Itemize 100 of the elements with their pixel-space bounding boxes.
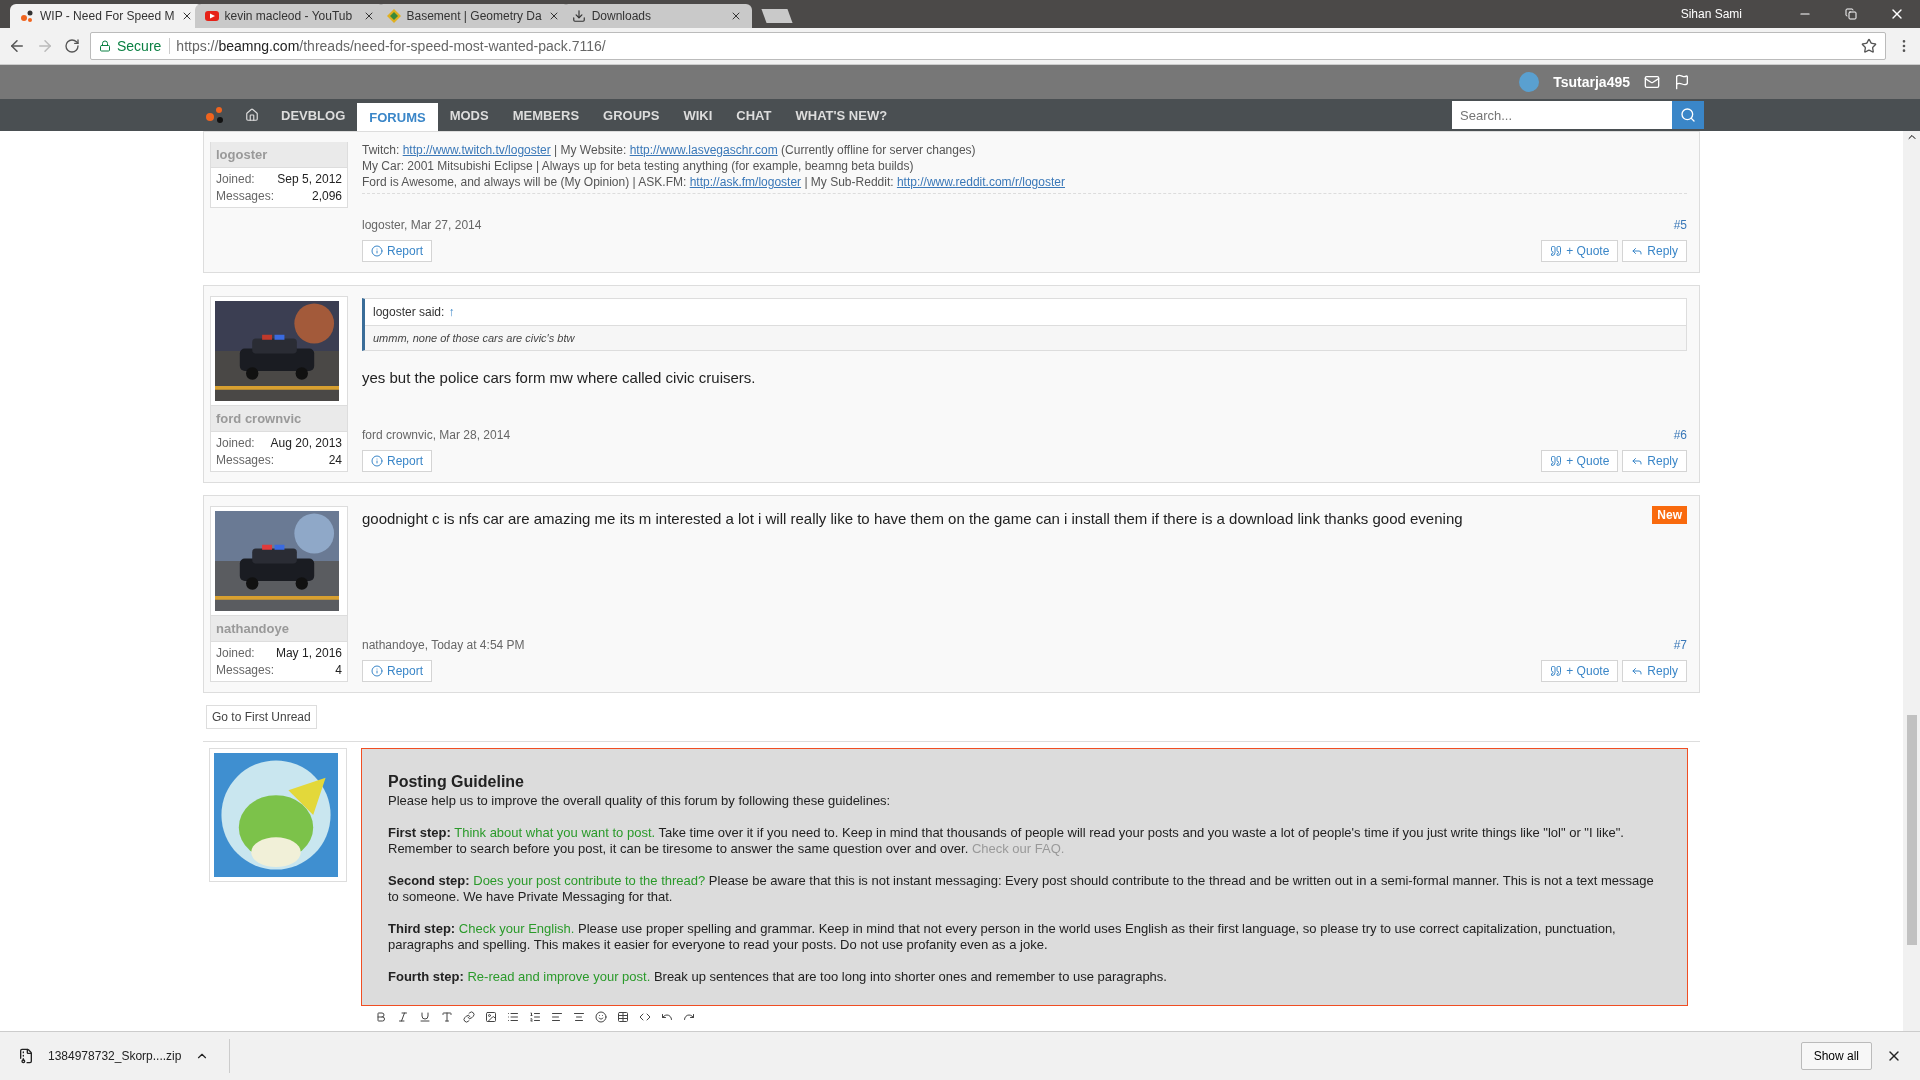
username[interactable]: nathandoye [210,616,348,642]
guideline-step: Second step: Does your post contribute to the thread? Please be aware that this is not instant messaging: Every post should contribute to the thread and be written out in a semi-formal manner. This is not a text message to someone. We have Private Messaging for that. [388,873,1661,905]
report-button[interactable]: Report [362,660,433,682]
address-bar[interactable]: Secure https://beamng.com/threads/need-for-speed-most-wanted-pack.7116/ [90,32,1886,60]
nav-tab[interactable]: MODS [437,99,501,131]
stat-value: Aug 20, 2013 [270,436,342,450]
editor-tool-icon[interactable] [639,1011,651,1023]
quote-attribution: logoster said: [373,305,445,319]
reply-button[interactable]: Reply [1622,240,1687,262]
stat-label: Messages: [216,189,275,203]
editor-tool-icon[interactable] [683,1011,695,1023]
go-to-first-unread-button[interactable]: Go to First Unread [206,705,317,729]
info-icon [371,245,383,257]
lock-icon [99,40,111,52]
editor-tool-icon[interactable] [595,1011,607,1023]
search-button[interactable] [1672,101,1704,129]
editor-tool-icon[interactable] [529,1011,541,1023]
mail-icon[interactable] [1644,74,1660,90]
editor-tool-icon[interactable] [661,1011,673,1023]
stat-label: Joined: [216,172,255,186]
quote-link[interactable]: ↑ [448,305,455,319]
back-icon[interactable] [8,37,26,55]
report-button[interactable]: Report [362,240,433,262]
guideline-intro: Please help us to improve the overall quality of this forum by following these guidelines: [388,793,892,809]
quote-icon [1550,245,1563,257]
editor-tool-icon[interactable] [375,1011,387,1023]
stat-label: Joined: [216,436,255,450]
nav-tab[interactable]: GROUPS [591,99,672,131]
quote-icon [1550,455,1563,467]
guideline-step: Third step: Check your English. Please use proper spelling and grammar. Keep in mind that not every person in the world uses English as their first language, so please try to use correct capitalization, punctuation, paragraphs and spelling. This makes it easier for everyone to read your posts. Do not use profanity even as a joke. [388,921,1661,953]
editor-tool-icon[interactable] [419,1011,431,1023]
new-tab-button[interactable] [761,9,793,23]
editor-tool-icon[interactable] [485,1011,497,1023]
nav-tab[interactable]: WIKI [671,99,725,131]
archive-icon [18,1048,34,1064]
download-icon [571,9,586,23]
bookmark-star-icon[interactable] [1861,38,1877,54]
reply-icon [1631,455,1644,467]
stat-value: 2,096 [311,189,342,203]
editor-tool-icon[interactable] [441,1011,453,1023]
guideline-step: First step: Think about what you want to post. Take time over it if you need to. Keep in mind that thousands of people will read your posts and you waste a lot of people's time if you just write things like "lol" or "I like". Remember to search before you post, it can be tiresome to answer the same question over and over. Check our FAQ. [388,825,1661,857]
link[interactable]: http://www.twitch.tv/logoster [402,143,551,157]
post-meta: ford crownvic, Mar 28, 2014 [362,428,511,442]
restore-icon [1845,8,1857,20]
guideline-step: Fourth step: Re-read and improve your post. Break up sentences that are too long into shorter ones and remember to use paragraphs. [388,969,1661,985]
secure-label: Secure [117,38,171,54]
account-name[interactable]: Tsutarja495 [1553,74,1630,90]
guideline-title: Posting Guideline [388,773,525,791]
post-text: goodnight c is nfs car are amazing me its m interested a lot i will really like to have them on the game can i install them if there is a download link thanks good evening [362,510,1464,527]
info-icon [371,455,383,467]
quote-icon [1550,665,1563,677]
scrollbar-thumb[interactable] [1906,715,1917,945]
reload-icon[interactable] [64,38,80,54]
stat-value: May 1, 2016 [275,646,342,660]
site-logo-icon [20,9,34,23]
link[interactable]: http://www.reddit.com/r/logoster [896,175,1065,189]
show-all-button[interactable]: Show all [1800,1042,1872,1070]
stat-label: Joined: [216,646,255,660]
flag-icon[interactable] [1674,74,1690,90]
editor-tool-icon[interactable] [617,1011,629,1023]
nav-tab[interactable]: MEMBERS [500,99,592,131]
quote-button[interactable]: + Quote [1541,240,1619,262]
link[interactable]: http://ask.fm/logoster [689,175,802,189]
editor-tool-icon[interactable] [573,1011,585,1023]
reply-icon [1631,245,1644,257]
nav-tab[interactable]: WHAT'S NEW? [783,99,900,131]
quote-text: ummm, none of those cars are civic's btw [365,325,1686,350]
stat-value: Sep 5, 2012 [277,172,342,186]
stat-value: 24 [328,453,342,467]
stat-label: Messages: [216,663,275,677]
info-icon [371,665,383,677]
reply-button[interactable]: Reply [1622,450,1687,472]
nav-tab[interactable]: CHAT [724,99,784,131]
quote-button[interactable]: + Quote [1541,660,1619,682]
download-item[interactable]: 1384978732_Skorp....zip [18,1039,231,1073]
post-number[interactable]: #6 [1673,428,1687,442]
editor-tool-icon[interactable] [463,1011,475,1023]
nav-tab[interactable]: FORUMS [357,103,438,131]
post-number[interactable]: #7 [1673,638,1687,652]
editor-tool-icon[interactable] [551,1011,563,1023]
post-number[interactable]: #5 [1673,218,1687,232]
report-button[interactable]: Report [362,450,433,472]
video-icon [204,11,219,21]
nav-tab[interactable]: DEVBLOG [269,99,358,131]
post-text: yes but the police cars form mw where called civic cruisers. [362,369,757,386]
reply-icon [1631,665,1644,677]
stat-label: Messages: [216,453,275,467]
signature-line: My Car: 2001 Mitsubishi Eclipse | Always up for beta testing anything (for example, beamng beta builds) [362,158,915,174]
username[interactable]: ford crownvic [210,406,348,432]
editor-tool-icon[interactable] [507,1011,519,1023]
post-meta: logoster, Mar 27, 2014 [362,218,482,232]
username[interactable]: logoster [210,142,348,168]
search-field[interactable]: Search... [1452,101,1672,129]
diamond-icon [386,9,401,23]
editor-tool-icon[interactable] [397,1011,409,1023]
reply-button[interactable]: Reply [1622,660,1687,682]
user-avatar-icon [1519,72,1540,92]
post-meta: nathandoye, Today at 4:54 PM [362,638,525,652]
quote-button[interactable]: + Quote [1541,450,1619,472]
link[interactable]: http://www.lasvegaschr.com [629,143,778,157]
